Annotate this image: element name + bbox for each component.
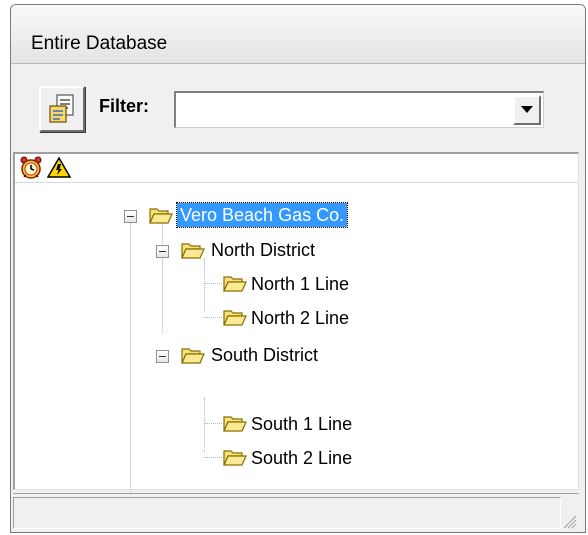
open-folder-icon: [223, 415, 247, 433]
entire-database-window: Entire Database Filter: Vero Beach Gas C…: [10, 4, 586, 533]
tree-node-south-1-line[interactable]: South 1 Line: [15, 412, 575, 440]
tree-node-label[interactable]: North 1 Line: [248, 272, 352, 296]
report-button[interactable]: [39, 86, 85, 132]
warning-icon[interactable]: [46, 156, 72, 180]
filter-label: Filter:: [99, 96, 150, 116]
tree-node-vero-beach-gas-co[interactable]: Vero Beach Gas Co.: [15, 202, 575, 230]
collapse-icon[interactable]: [124, 210, 137, 223]
title-bar[interactable]: Entire Database: [11, 5, 585, 64]
collapse-icon[interactable]: [156, 245, 169, 258]
open-folder-icon: [223, 309, 247, 327]
tree-node-label[interactable]: South 1 Line: [248, 412, 355, 436]
tree-node-label[interactable]: North District: [208, 238, 318, 262]
filter-dropdown[interactable]: [174, 91, 544, 128]
status-bar: [13, 493, 579, 531]
tree-node-label[interactable]: Vero Beach Gas Co.: [175, 202, 349, 228]
alarm-icon[interactable]: [19, 156, 43, 180]
tree-node-north-1-line[interactable]: North 1 Line: [15, 272, 575, 300]
open-folder-icon: [181, 242, 205, 260]
tree-node-north-district[interactable]: North District: [15, 237, 575, 265]
tree-node-label[interactable]: North 2 Line: [248, 306, 352, 330]
open-folder-icon: [223, 449, 247, 467]
tree-node-north-2-line[interactable]: North 2 Line: [15, 306, 575, 334]
window-title: Entire Database: [31, 33, 168, 54]
status-pane: [13, 497, 561, 529]
collapse-icon[interactable]: [156, 350, 169, 363]
tree-node-south-district[interactable]: South District: [15, 342, 575, 370]
tree-node-label[interactable]: South 2 Line: [248, 446, 355, 470]
filter-toolbar: Filter:: [11, 64, 585, 152]
tree-node-south-2-line[interactable]: South 2 Line: [15, 446, 575, 474]
open-folder-icon: [149, 207, 173, 225]
open-folder-icon: [181, 347, 205, 365]
tree-node-label[interactable]: South District: [208, 343, 321, 367]
status-icon-strip: [15, 154, 578, 183]
window-client-area: Filter: Vero Beach Gas Co. North Distric…: [11, 64, 585, 532]
open-folder-icon: [223, 275, 247, 293]
tree-panel[interactable]: Vero Beach Gas Co. North District North …: [13, 152, 579, 504]
resize-grip-icon[interactable]: [559, 511, 577, 529]
filter-dropdown-button[interactable]: [513, 95, 541, 125]
